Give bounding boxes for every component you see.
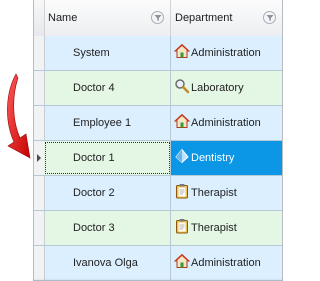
department-label: Therapist (191, 222, 237, 234)
table-row[interactable]: Employee 1 Administration (34, 106, 282, 141)
house-icon (174, 43, 191, 59)
column-header-name-label: Name (48, 12, 78, 24)
table-row-selected[interactable]: Doctor 1 Dentistry (34, 141, 282, 176)
table-row[interactable]: Doctor 3 Therapist (34, 211, 282, 246)
house-icon (174, 113, 191, 129)
table-row[interactable]: Doctor 4 Laboratory (34, 71, 282, 106)
cell-department[interactable]: Therapist (171, 211, 282, 245)
table-row[interactable]: Ivanova Olga Administration (34, 246, 282, 281)
department-label: Laboratory (191, 82, 244, 94)
department-label: Administration (191, 47, 261, 59)
cell-name[interactable]: Doctor 3 (44, 211, 171, 245)
cell-department[interactable]: Administration (171, 246, 282, 280)
cell-department[interactable]: Administration (171, 106, 282, 140)
clipboard-icon (174, 184, 191, 199)
clipboard-icon (174, 219, 191, 234)
cell-name[interactable]: Doctor 2 (44, 176, 171, 210)
house-icon (174, 253, 191, 269)
table-row[interactable]: System Administration (34, 36, 282, 71)
magnifier-icon (174, 79, 191, 94)
department-label: Administration (191, 257, 261, 269)
employee-grid: Name Department System Administration Doct… (33, 0, 283, 281)
department-label: Administration (191, 117, 261, 129)
filter-icon[interactable] (263, 11, 276, 24)
current-row-triangle-icon (37, 154, 41, 162)
cell-department[interactable]: Dentistry (171, 141, 282, 175)
department-label: Therapist (191, 187, 237, 199)
column-header-department-label: Department (175, 12, 233, 24)
column-header-department[interactable]: Department (171, 0, 282, 36)
table-row[interactable]: Doctor 2 Therapist (34, 176, 282, 211)
cell-department[interactable]: Administration (171, 36, 282, 70)
red-pointer-arrow-icon (7, 73, 31, 159)
cell-name[interactable]: Employee 1 (44, 106, 171, 140)
department-label: Dentistry (191, 152, 235, 164)
cell-department[interactable]: Therapist (171, 176, 282, 210)
cell-name[interactable]: Ivanova Olga (44, 246, 171, 280)
grid-header: Name Department (34, 0, 282, 37)
cell-department[interactable]: Laboratory (171, 71, 282, 105)
tooth-icon (174, 148, 191, 164)
column-header-name[interactable]: Name (44, 0, 171, 36)
filter-icon[interactable] (151, 11, 164, 24)
cell-name[interactable]: System (44, 36, 171, 70)
cell-name[interactable]: Doctor 1 (44, 141, 171, 175)
cell-name[interactable]: Doctor 4 (44, 71, 171, 105)
